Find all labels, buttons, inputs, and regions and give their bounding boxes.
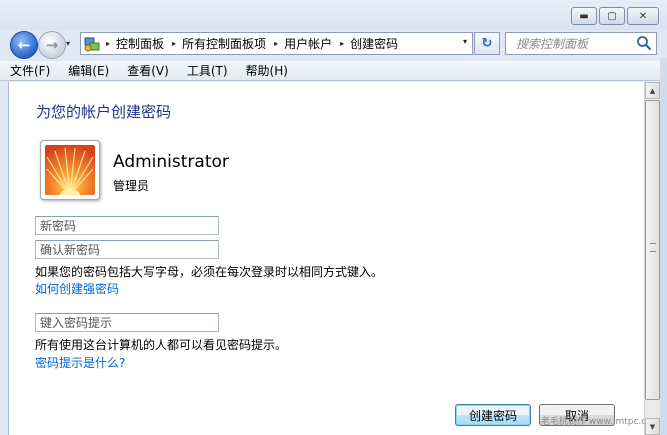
control-panel-icon (84, 36, 100, 52)
refresh-icon: ↻ (481, 36, 493, 51)
watermark: 老毛桃制作 www.lmtpc.com (541, 417, 661, 427)
user-role: 管理员 (113, 179, 150, 193)
search-box[interactable] (505, 32, 657, 55)
scroll-thumb[interactable] (645, 100, 660, 400)
menu-bar: 文件(F) 编辑(E) 查看(V) 工具(T) 帮助(H) (0, 61, 667, 81)
window-frame-edge (660, 58, 667, 435)
confirm-password-input[interactable] (40, 241, 216, 258)
forward-arrow-icon: → (45, 36, 59, 54)
breadcrumb-separator[interactable]: ▸ (104, 39, 116, 48)
menu-file[interactable]: 文件(F) (10, 62, 50, 79)
address-bar[interactable]: ▸ 控制面板 ▸ 所有控制面板项 ▸ 用户帐户 ▸ 创建密码 ▾ (80, 32, 473, 55)
chevron-up-icon: ▲ (649, 86, 656, 95)
password-hint-help-link[interactable]: 密码提示是什么? (35, 354, 125, 371)
case-sensitivity-notice: 如果您的密码包括大写字母，必须在每次登录时以相同方式键入。 (35, 265, 384, 279)
menu-tools[interactable]: 工具(T) (187, 62, 228, 79)
user-name: Administrator (113, 152, 229, 172)
confirm-password-field[interactable] (35, 240, 219, 259)
password-hint-input[interactable] (40, 314, 216, 331)
address-dropdown-icon[interactable]: ▾ (463, 37, 467, 46)
chevron-down-icon: ▼ (649, 422, 656, 431)
menu-view[interactable]: 查看(V) (127, 62, 169, 79)
breadcrumb-create-password[interactable]: 创建密码 (350, 35, 398, 52)
forward-button[interactable]: → (38, 31, 66, 59)
minimize-button[interactable]: ▬ (571, 7, 597, 25)
breadcrumb-all-items[interactable]: 所有控制面板项 ▸ (182, 35, 284, 52)
hint-visibility-notice: 所有使用这台计算机的人都可以看见密码提示。 (35, 338, 288, 352)
strong-password-link[interactable]: 如何创建强密码 (35, 280, 119, 297)
search-input[interactable] (514, 35, 638, 52)
recent-pages-dropdown[interactable]: ▾ (66, 39, 74, 49)
window-controls: ▬ ▢ ✕ (571, 7, 659, 25)
page-title: 为您的帐户创建密码 (36, 103, 172, 121)
avatar (40, 140, 100, 200)
create-password-button[interactable]: 创建密码 (455, 404, 531, 426)
scroll-down-button[interactable]: ▼ (645, 418, 660, 435)
maximize-button[interactable]: ▢ (599, 7, 625, 25)
vertical-scrollbar[interactable]: ▲ ▼ (644, 82, 660, 435)
flower-picture-icon (45, 145, 95, 195)
content-pane: 为您的帐户创建密码 Administrator 管理员 新密码 确认新密码 如果… (8, 82, 661, 435)
close-button[interactable]: ✕ (627, 7, 659, 25)
back-arrow-icon: ← (17, 36, 31, 54)
grip-icon (650, 243, 656, 252)
menu-help[interactable]: 帮助(H) (246, 62, 288, 79)
breadcrumb-control-panel[interactable]: 控制面板 ▸ (116, 35, 182, 52)
scroll-up-button[interactable]: ▲ (645, 82, 660, 99)
back-button[interactable]: ← (10, 31, 38, 59)
new-password-field[interactable] (35, 216, 219, 235)
search-icon[interactable] (636, 35, 652, 51)
menu-edit[interactable]: 编辑(E) (68, 62, 109, 79)
new-password-input[interactable] (40, 217, 216, 234)
breadcrumb-user-accounts[interactable]: 用户帐户 ▸ (284, 35, 350, 52)
window-titlebar: ▬ ▢ ✕ (0, 0, 667, 30)
password-hint-field[interactable] (35, 313, 219, 332)
refresh-button[interactable]: ↻ (474, 32, 500, 55)
